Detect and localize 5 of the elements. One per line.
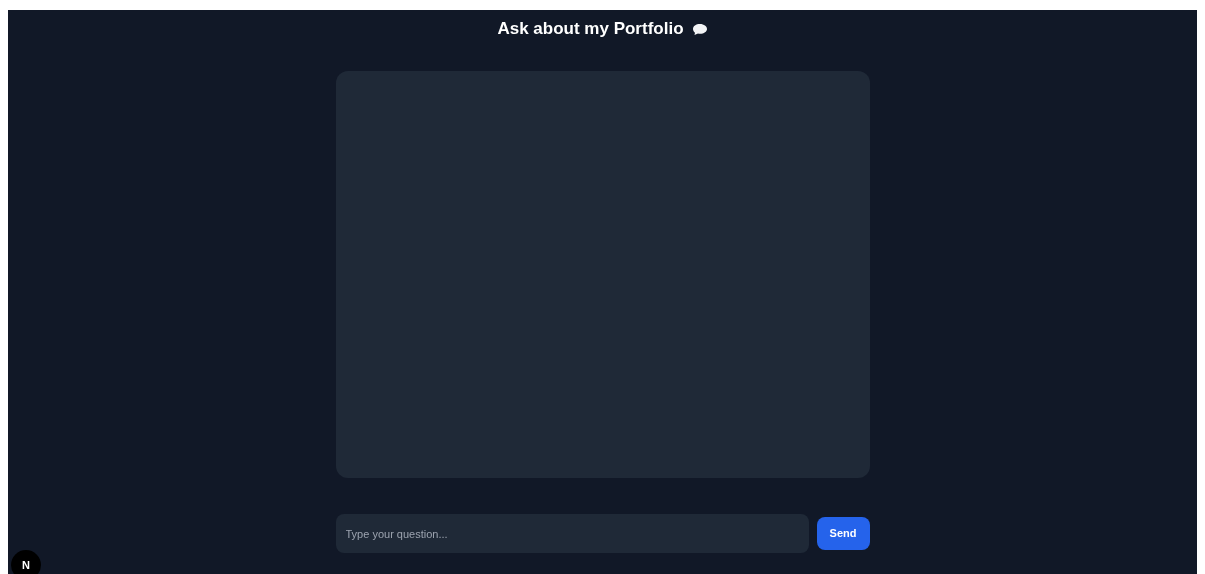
page-title: Ask about my Portfolio [497, 18, 684, 41]
dev-badge[interactable]: N [11, 550, 41, 574]
send-button[interactable]: Send [816, 517, 870, 550]
speech-bubble-icon [691, 22, 708, 36]
question-input[interactable]: Type your question... [335, 514, 809, 553]
